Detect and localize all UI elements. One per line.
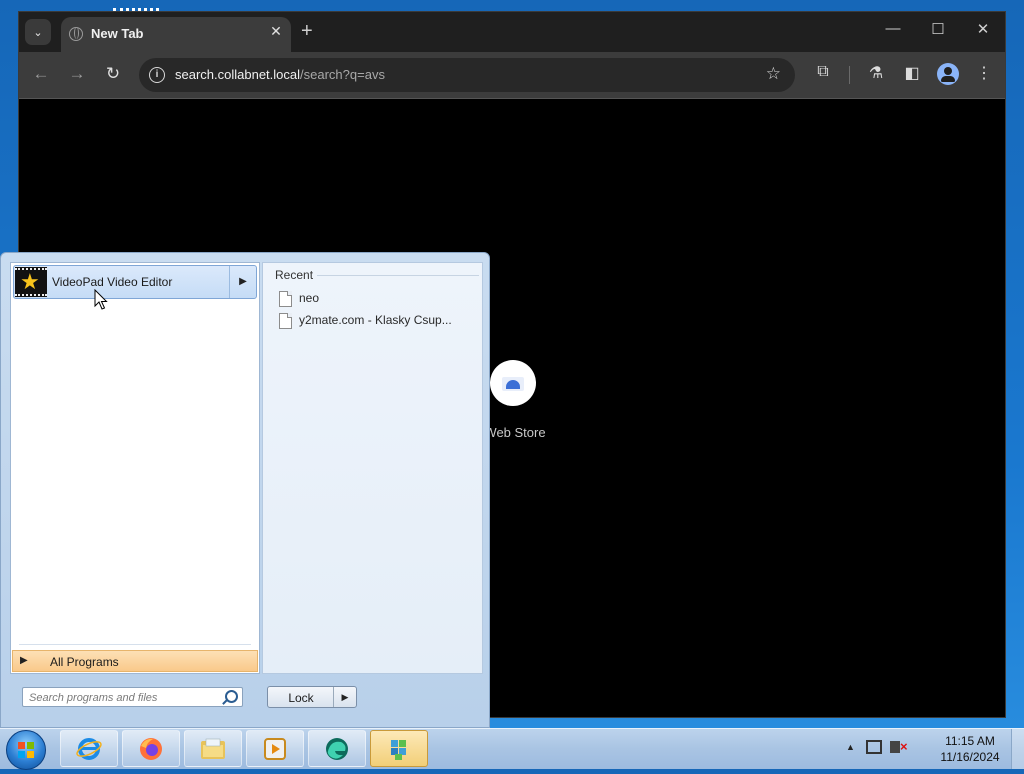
- profile-avatar-icon[interactable]: [937, 63, 959, 85]
- clock-time[interactable]: 11:15 AM: [930, 734, 1010, 748]
- taskbar-firefox[interactable]: [122, 730, 180, 767]
- start-menu: ★ VideoPad Video Editor ▶ ▶ All Programs…: [0, 252, 490, 728]
- recent-item-label: y2mate.com - Klasky Csup...: [299, 313, 452, 327]
- lock-label: Lock: [288, 691, 314, 705]
- taskbar: ▲ 11:15 AM 11/16/2024: [0, 728, 1024, 770]
- programs-divider: [19, 644, 251, 645]
- triangle-right-icon: ▶: [20, 655, 28, 666]
- recent-header: Recent: [275, 268, 314, 282]
- recent-item[interactable]: y2mate.com - Klasky Csup...: [277, 311, 477, 331]
- media-player-icon: [264, 738, 286, 760]
- site-info-icon[interactable]: i: [149, 67, 165, 83]
- internet-explorer-icon: [76, 738, 102, 760]
- clock-date[interactable]: 11/16/2024: [930, 750, 1010, 764]
- start-button[interactable]: [6, 730, 46, 770]
- lock-button[interactable]: Lock ▶: [267, 686, 357, 708]
- start-search-box[interactable]: [22, 687, 243, 707]
- document-icon: [279, 313, 292, 329]
- url-path: /search?q=avs: [300, 67, 385, 82]
- program-label: VideoPad Video Editor: [52, 275, 173, 289]
- volume-muted-icon[interactable]: [890, 739, 908, 754]
- taskbar-internet-explorer[interactable]: [60, 730, 118, 767]
- new-tab-button[interactable]: +: [301, 21, 313, 41]
- edge-dev-icon: [326, 738, 348, 760]
- taskbar-cube-app[interactable]: [370, 730, 428, 767]
- program-videopad[interactable]: ★ VideoPad Video Editor ▶: [13, 265, 257, 299]
- menu-kebab-icon[interactable]: ⋮: [973, 63, 995, 83]
- bookmark-star-icon[interactable]: ☆: [766, 64, 781, 84]
- drag-indicator: [113, 8, 159, 11]
- url-text: search.collabnet.local/search?q=avs: [175, 67, 385, 82]
- start-search-input[interactable]: [27, 689, 221, 707]
- jumplist-pane: Recent neo y2mate.com - Klasky Csup...: [262, 262, 483, 674]
- web-store-shortcut-icon[interactable]: [490, 360, 536, 406]
- show-hidden-icons-arrow[interactable]: ▲: [846, 742, 855, 752]
- url-host: search.collabnet.local: [175, 67, 301, 82]
- address-bar[interactable]: i search.collabnet.local/search?q=avs ☆: [139, 58, 795, 92]
- chevron-down-icon: ⌄: [33, 26, 43, 39]
- recent-item-label: neo: [299, 291, 320, 305]
- side-panel-icon[interactable]: ◧: [901, 63, 923, 83]
- document-icon: [279, 291, 292, 307]
- mouse-cursor-icon: [94, 289, 108, 310]
- all-programs-button[interactable]: ▶ All Programs: [12, 650, 258, 672]
- taskbar-media-player[interactable]: [246, 730, 304, 767]
- extensions-icon[interactable]: ⧉: [812, 63, 834, 81]
- videopad-star-icon: ★: [15, 267, 47, 297]
- labs-flask-icon[interactable]: ⚗: [865, 63, 887, 83]
- network-icon[interactable]: [866, 740, 882, 754]
- show-desktop-button[interactable]: [1011, 729, 1024, 769]
- browser-toolbar: ← → ↻ i search.collabnet.local/search?q=…: [19, 52, 1005, 99]
- jumplist-arrow-button[interactable]: ▶: [229, 266, 256, 298]
- toolbar-divider: [849, 66, 850, 84]
- maximize-button[interactable]: ☐: [928, 20, 948, 38]
- cube-app-icon: [391, 740, 406, 760]
- recent-header-line: [317, 275, 479, 276]
- power-options-arrow[interactable]: ▶: [333, 687, 356, 707]
- taskbar-edge-dev[interactable]: [308, 730, 366, 767]
- taskbar-file-explorer[interactable]: [184, 730, 242, 767]
- search-icon[interactable]: [225, 690, 238, 703]
- all-programs-label: All Programs: [50, 655, 119, 669]
- forward-button[interactable]: →: [66, 64, 88, 84]
- close-window-button[interactable]: ✕: [973, 20, 993, 38]
- close-tab-icon[interactable]: ✕: [267, 23, 285, 40]
- minimize-button[interactable]: —: [883, 20, 903, 37]
- windows-logo-icon: [18, 742, 34, 758]
- recent-item[interactable]: neo: [277, 289, 477, 309]
- tab-search-button[interactable]: ⌄: [25, 19, 51, 45]
- tab-new-tab[interactable]: New Tab ✕: [61, 17, 291, 52]
- tab-strip: ⌄ New Tab ✕ + — ☐ ✕: [19, 12, 1005, 52]
- back-button[interactable]: ←: [30, 64, 52, 84]
- tab-title: New Tab: [91, 26, 144, 41]
- start-menu-programs-pane: ★ VideoPad Video Editor ▶ ▶ All Programs: [10, 262, 260, 674]
- folder-icon: [201, 738, 225, 759]
- reload-button[interactable]: ↻: [102, 64, 124, 84]
- firefox-icon: [140, 738, 162, 760]
- globe-icon: [69, 27, 83, 41]
